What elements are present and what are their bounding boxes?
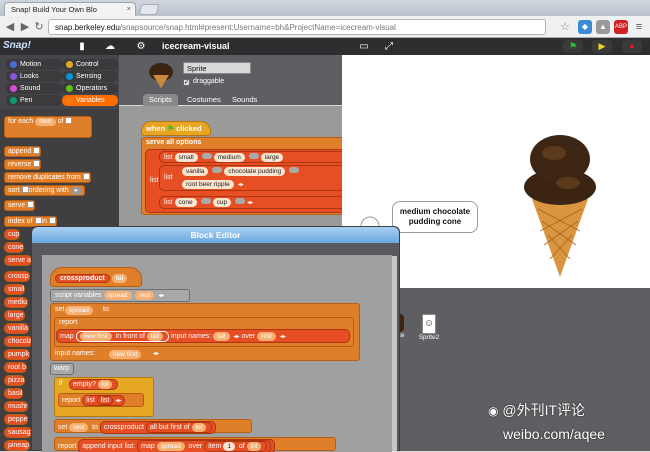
- gear-icon[interactable]: ⚙: [134, 40, 148, 53]
- append-block[interactable]: append: [4, 146, 42, 157]
- pepper-reporter[interactable]: peppe: [4, 414, 29, 425]
- corral-sprite2[interactable]: ☺ Sprite2: [416, 314, 442, 341]
- list-size-reporter[interactable]: list small medium large: [159, 151, 342, 163]
- control-dot-icon: [66, 61, 73, 68]
- set-rest-block[interactable]: set rest to crossproduct all but first o…: [54, 419, 252, 434]
- sprite-tabs: Scripts Costumes Sounds: [119, 94, 342, 106]
- report-append-block[interactable]: report append input list: map spread ove…: [54, 437, 336, 452]
- star-icon[interactable]: ☆: [558, 20, 572, 34]
- large-reporter[interactable]: large: [4, 310, 25, 321]
- speech-bubble: medium chocolate pudding cone: [392, 201, 478, 233]
- remove-duplicates-block[interactable]: remove duplicates from: [4, 172, 91, 183]
- green-flag-button[interactable]: ⚑: [563, 40, 583, 53]
- snap-top-bar: Snap! ▮ ☁ ⚙ icecream-visual ▭ ⤢ ⚑ ▶ ●: [0, 38, 650, 55]
- back-arrow-icon[interactable]: ◀: [3, 20, 17, 34]
- tab-scripts[interactable]: Scripts: [143, 94, 178, 106]
- block-editor-title[interactable]: Block Editor: [32, 227, 399, 243]
- browser-tab-bar: Snap! Build Your Own Blo ×: [0, 0, 650, 16]
- category-sound[interactable]: Sound: [6, 83, 62, 94]
- sensing-dot-icon: [66, 73, 73, 80]
- list-container-reporter[interactable]: list cone cup ◂▸: [159, 196, 342, 209]
- cloud-icon[interactable]: ☁: [103, 40, 117, 53]
- tab-costumes[interactable]: Costumes: [181, 94, 227, 106]
- category-pen[interactable]: Pen: [6, 95, 62, 106]
- list-flavor-reporter[interactable]: list vanilla chocolate pudding root beer…: [159, 165, 342, 191]
- stage-size-icon[interactable]: ⤢: [382, 40, 396, 53]
- tab-sounds[interactable]: Sounds: [226, 94, 263, 106]
- block-editor-dialog: Block Editor crossproduct lol script var…: [31, 226, 400, 452]
- script-variables-block[interactable]: script variables spread rest ◂▸: [50, 289, 190, 302]
- warp-block[interactable]: warp: [50, 363, 74, 375]
- draggable-checkbox[interactable]: ✓ draggable: [183, 78, 224, 86]
- basil-reporter[interactable]: basil: [4, 388, 24, 399]
- map-reporter[interactable]: map new first in front of tail input nam…: [56, 329, 350, 343]
- pause-button[interactable]: ▶: [592, 40, 612, 53]
- adblock-icon[interactable]: ABP: [614, 20, 628, 34]
- pineapple-reporter[interactable]: pineap: [4, 440, 31, 451]
- sound-dot-icon: [10, 85, 17, 92]
- crossproduct-reporter[interactable]: crossp: [4, 271, 30, 282]
- category-sensing[interactable]: Sensing: [62, 71, 118, 82]
- crossproduct-hat-block[interactable]: crossproduct lol: [50, 267, 142, 287]
- url-bar[interactable]: snap.berkeley.edu/snapsource/snap.html#p…: [48, 19, 546, 35]
- project-title: icecream-visual: [162, 41, 230, 51]
- tab-title: Snap! Build Your Own Blo: [11, 5, 97, 14]
- category-control[interactable]: Control: [62, 59, 118, 70]
- reload-icon[interactable]: ↻: [32, 20, 46, 34]
- editor-scrollbar[interactable]: [392, 256, 397, 451]
- when-flag-clicked-block[interactable]: when ⚑ clicked: [141, 121, 211, 136]
- weibo-logo-icon: ◉: [488, 404, 499, 418]
- variables-dot-icon: [66, 97, 73, 104]
- serve-block[interactable]: serve: [4, 200, 36, 211]
- browser-tab[interactable]: Snap! Build Your Own Blo ×: [4, 2, 136, 16]
- pizza-reporter[interactable]: pizza: [4, 375, 26, 386]
- sprite-thumbnail-icon: [149, 63, 173, 88]
- cup-reporter[interactable]: cup: [4, 229, 21, 240]
- motion-dot-icon: [10, 61, 17, 68]
- weibo-url-watermark: weibo.com/aqee: [503, 426, 605, 442]
- category-selector: Motion Control Looks Sensing Sound Opera…: [0, 55, 119, 109]
- ice-cream-sprite[interactable]: [510, 121, 610, 281]
- sprite-name-field[interactable]: Sprite: [183, 62, 251, 74]
- close-tab-icon[interactable]: ×: [127, 4, 131, 13]
- mushroom-reporter[interactable]: mushr: [4, 401, 29, 412]
- for-each-block[interactable]: for each item of: [4, 116, 92, 138]
- menu-icon[interactable]: ≡: [632, 20, 646, 34]
- root-beer-reporter[interactable]: root b: [4, 362, 27, 373]
- sort-block[interactable]: sort ordering with ▸: [4, 185, 86, 196]
- report-list-block[interactable]: report list list ◂▸: [58, 393, 144, 407]
- normal-stage-icon[interactable]: ▭: [357, 40, 371, 53]
- snap-logo[interactable]: Snap!: [3, 40, 31, 51]
- category-operators[interactable]: Operators: [62, 83, 118, 94]
- stick-figure-icon: ☺: [422, 314, 436, 334]
- stop-button[interactable]: ●: [622, 40, 642, 53]
- operators-dot-icon: [66, 85, 73, 92]
- checkbox-icon[interactable]: ✓: [183, 79, 190, 86]
- medium-reporter[interactable]: mediu: [4, 297, 29, 308]
- looks-dot-icon: [10, 73, 17, 80]
- new-tab-button[interactable]: [138, 4, 160, 15]
- category-motion[interactable]: Motion: [6, 59, 62, 70]
- small-reporter[interactable]: small: [4, 284, 26, 295]
- file-icon[interactable]: ▮: [75, 40, 89, 53]
- extension-icon-2[interactable]: ▲: [596, 20, 610, 34]
- pumpkin-reporter[interactable]: pumpk: [4, 349, 31, 360]
- pen-dot-icon: [10, 97, 17, 104]
- url-host: snap.berkeley.edu: [55, 23, 120, 32]
- block-editor-canvas: crossproduct lol script variables spread…: [42, 255, 392, 452]
- url-path: /snapsource/snap.html#present:Username=b…: [119, 23, 396, 32]
- weibo-watermark: ◉ @外刊IT评论: [488, 402, 586, 418]
- chocolate-reporter[interactable]: chocola: [4, 336, 34, 347]
- cone-reporter[interactable]: cone: [4, 242, 25, 253]
- reverse-block[interactable]: reverse: [4, 159, 42, 170]
- serve-a-reporter[interactable]: serve a: [4, 255, 32, 266]
- browser-toolbar: ◀ ▶ ↻ snap.berkeley.edu/snapsource/snap.…: [0, 16, 650, 38]
- category-variables[interactable]: Variables: [62, 95, 118, 106]
- vanilla-reporter[interactable]: vanilla: [4, 323, 29, 334]
- extension-icon[interactable]: ◆: [578, 20, 592, 34]
- category-looks[interactable]: Looks: [6, 71, 62, 82]
- forward-arrow-icon[interactable]: ▶: [18, 20, 32, 34]
- sausage-reporter[interactable]: sausag: [4, 427, 32, 438]
- green-flag-icon: ⚑: [167, 124, 174, 133]
